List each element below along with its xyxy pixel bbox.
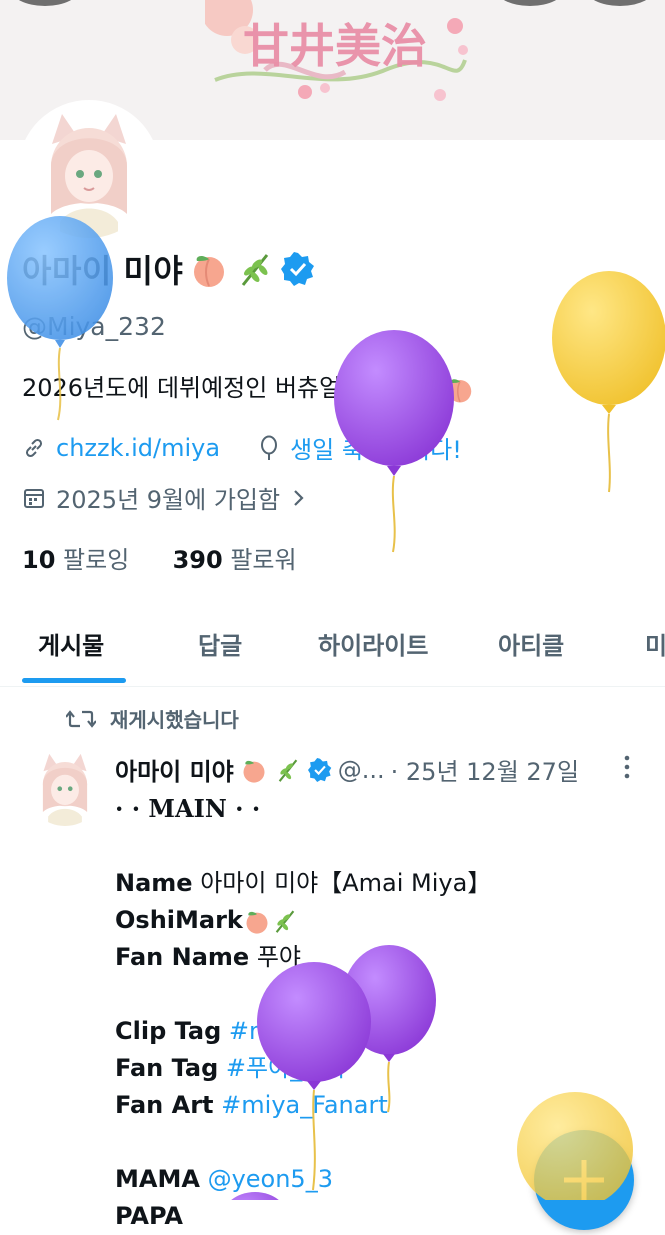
compose-button[interactable] — [534, 1130, 634, 1230]
chevron-right-icon — [294, 489, 304, 506]
post-field-key: Fan Art — [115, 1091, 214, 1119]
post-field-key: Fan Tag — [115, 1054, 219, 1082]
hashtag-link[interactable]: #miya_Fanart — [221, 1091, 388, 1119]
peach-emoji-icon — [448, 379, 472, 403]
hashtag-link[interactable]: #푸야_미야 — [226, 1054, 346, 1082]
post-header: 아마이 미야 @... · 25년 12월 27일 — [115, 752, 579, 787]
post-field-key: Clip Tag — [115, 1017, 222, 1045]
display-name-text: 아마이 미야 — [22, 252, 184, 290]
post-field-key: OshiMark — [115, 906, 243, 934]
repost-label: 재게시했습니다 — [110, 708, 239, 732]
profile-meta-links: chzzk.id/miya 생일 축하합니다! — [22, 430, 462, 465]
calendar-icon — [24, 488, 44, 508]
balloon-icon — [261, 435, 278, 460]
herb-emoji-icon — [275, 910, 295, 933]
peach-emoji-icon — [246, 911, 268, 934]
profile-display-name: 아마이 미야 — [22, 246, 315, 292]
more-vertical-icon[interactable] — [615, 752, 639, 782]
following-link[interactable]: 10 팔로잉 — [22, 546, 129, 574]
followers-link[interactable]: 390 팔로워 — [173, 546, 297, 574]
tab-highlights[interactable]: 하이라이트 — [318, 626, 428, 661]
search-button[interactable] — [495, 0, 565, 6]
balloon-yellow — [552, 271, 665, 493]
joined-text: 2025년 9월에 가입함 — [56, 486, 281, 514]
post-field-key: PAPA — [115, 1202, 183, 1230]
compose-plus-icon — [564, 1160, 604, 1200]
post-body: · · MAIN · · Name 아마이 미야【Amai Miya】 Oshi… — [115, 790, 491, 1235]
post-field-key: Name — [115, 869, 193, 897]
post-author-handle[interactable]: @... — [338, 756, 385, 784]
post-field-value: 푸야 — [256, 943, 302, 971]
tab-replies[interactable]: 답글 — [198, 626, 242, 661]
herb-emoji-icon — [278, 759, 297, 782]
tab-articles[interactable]: 아티클 — [498, 626, 564, 661]
follow-counts: 10 팔로잉 390 팔로워 — [22, 540, 297, 575]
profile-joined[interactable]: 2025년 9월에 가입함 — [22, 480, 308, 515]
peach-emoji-icon — [243, 760, 265, 783]
post-main-heading: · · MAIN · · — [115, 794, 261, 823]
banner-logo-text: 甘井美治 — [243, 19, 427, 73]
post-field-key: MAMA — [115, 1165, 200, 1193]
repost-icon — [66, 709, 96, 728]
profile-avatar[interactable] — [18, 100, 160, 242]
banner-logo: 甘井美治 — [205, 0, 468, 101]
banner-menu-button[interactable] — [585, 0, 655, 6]
profile-tabs: 게시물 답글 하이라이트 아티클 미 — [0, 598, 665, 687]
repost-indicator: 재게시했습니다 — [66, 704, 239, 733]
bio-text: 2026년도에 데뷔예정인 버츄얼 스트리머 — [22, 374, 438, 402]
tab-media[interactable]: 미 — [645, 626, 665, 661]
birthday-link[interactable]: 생일 축하합니다! — [290, 430, 462, 465]
post-field-key: Fan Name — [115, 943, 250, 971]
profile-bio: 2026년도에 데뷔예정인 버츄얼 스트리머 — [22, 368, 475, 404]
mention-link[interactable]: @yeon5_3 — [208, 1165, 333, 1193]
verified-badge-icon[interactable] — [281, 252, 315, 286]
hashtag-link[interactable]: #miya_clip — [229, 1017, 362, 1045]
post-date[interactable]: · 25년 12월 27일 — [391, 752, 579, 787]
tab-posts[interactable]: 게시물 — [38, 626, 104, 661]
back-button[interactable] — [10, 0, 80, 6]
link-icon — [25, 438, 43, 457]
peach-emoji-icon — [194, 255, 225, 287]
verified-badge-icon — [307, 757, 332, 782]
herb-emoji-icon — [242, 254, 269, 286]
active-tab-indicator — [22, 678, 126, 683]
post-field-value: 아마이 미야【Amai Miya】 — [200, 869, 492, 897]
profile-handle: @Miya_232 — [22, 312, 166, 341]
profile-website-link[interactable]: chzzk.id/miya — [56, 434, 220, 462]
post-author-avatar[interactable] — [26, 748, 104, 826]
post-author-name[interactable]: 아마이 미야 — [115, 752, 234, 787]
